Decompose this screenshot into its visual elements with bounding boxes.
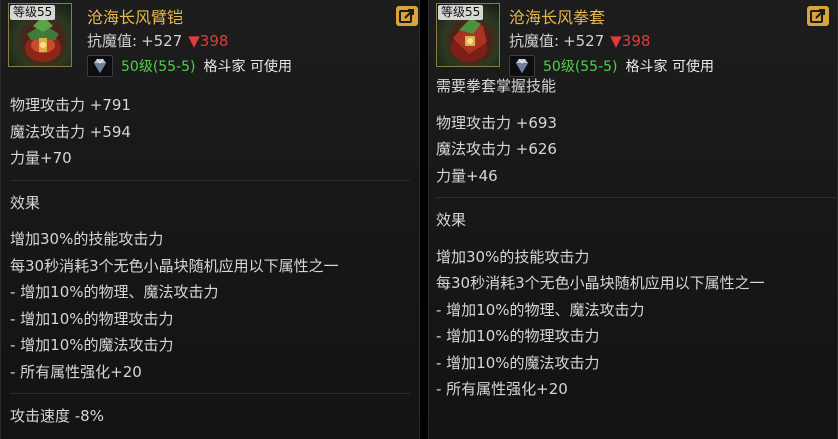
magic-resist-label: 抗魔值:: [509, 32, 560, 50]
item-tooltip-right: 等级55 沧海长风拳套 抗魔值: +527 ▼398 50级(55-5) 格斗家…: [428, 0, 838, 439]
stat-physical-attack: 物理攻击力 +791: [10, 96, 131, 114]
magic-resist-gain: +527: [563, 32, 605, 50]
effect-line: - 增加10%的物理攻击力: [10, 309, 174, 328]
stat-strength: 力量+46: [436, 166, 498, 185]
item-level-badge: 等级55: [438, 5, 484, 20]
effect-line: - 增加10%的物理、魔法攻击力: [436, 300, 645, 319]
stat-attack-speed: 攻击速度 -8%: [10, 407, 104, 425]
comparison-view: 等级55 沧海长风臂铠 抗魔值: +527 ▼398 50级(55-5) 格斗家…: [0, 0, 838, 439]
effect-line: - 增加10%的物理、魔法攻击力: [10, 283, 219, 301]
effect-line: - 增加10%的魔法攻击力: [436, 353, 600, 372]
section-divider: [10, 385, 410, 403]
gem-icon: [87, 55, 113, 77]
section-divider: [436, 189, 836, 207]
arm-guard-icon[interactable]: 等级55: [8, 3, 72, 67]
effect-line: - 增加10%的物理攻击力: [436, 327, 600, 345]
effect-line: 增加30%的技能攻击力: [436, 247, 590, 266]
effect-title: 效果: [10, 193, 41, 212]
effect-line: - 所有属性强化+20: [10, 362, 142, 381]
stat-strength: 力量+70: [10, 149, 72, 167]
effect-line: 每30秒消耗3个无色小晶块随机应用以下属性之一: [10, 256, 339, 275]
share-button[interactable]: [396, 6, 418, 26]
magic-resist-drop: ▼398: [610, 32, 651, 50]
stats-block: 物理攻击力 +791 魔法攻击力 +594 力量+70 效果 增加30%的技能攻…: [10, 92, 410, 430]
item-level-badge: 等级55: [10, 5, 56, 20]
requirement-row: 50级(55-5) 格斗家 可使用: [87, 55, 292, 77]
required-class: 格斗家 可使用: [203, 59, 292, 75]
effect-line: - 所有属性强化+20: [436, 380, 568, 398]
stats-block: 需要拳套掌握技能 物理攻击力 +693 魔法攻击力 +626 力量+46 效果 …: [436, 73, 836, 403]
stat-magic-attack: 魔法攻击力 +594: [10, 122, 131, 141]
effect-line: 增加30%的技能攻击力: [10, 230, 164, 248]
magic-resist-row: 抗魔值: +527 ▼398: [87, 30, 228, 51]
required-level: 50级(55-5): [121, 59, 196, 75]
share-icon: [810, 9, 825, 23]
skill-requirement-note: 需要拳套掌握技能: [436, 77, 557, 95]
section-divider: [10, 172, 410, 190]
magic-resist-drop: ▼398: [188, 32, 229, 50]
item-tooltip-left: 等级55 沧海长风臂铠 抗魔值: +527 ▼398 50级(55-5) 格斗家…: [0, 0, 420, 439]
gauntlet-icon[interactable]: 等级55: [436, 3, 500, 67]
magic-resist-gain: +527: [141, 32, 183, 50]
effect-title: 效果: [436, 211, 467, 229]
effect-line: 每30秒消耗3个无色小晶块随机应用以下属性之一: [436, 274, 765, 292]
magic-resist-label: 抗魔值:: [87, 32, 138, 50]
share-icon: [399, 9, 414, 23]
stat-magic-attack: 魔法攻击力 +626: [436, 140, 557, 158]
share-button[interactable]: [807, 6, 829, 26]
tooltip-header: 等级55 沧海长风拳套 抗魔值: +527 ▼398 50级(55-5) 格斗家…: [429, 0, 837, 84]
stat-physical-attack: 物理攻击力 +693: [436, 113, 557, 132]
magic-resist-row: 抗魔值: +527 ▼398: [509, 30, 650, 51]
tooltip-header: 等级55 沧海长风臂铠 抗魔值: +527 ▼398 50级(55-5) 格斗家…: [1, 0, 419, 84]
effect-line: - 增加10%的魔法攻击力: [10, 336, 174, 354]
item-name: 沧海长风臂铠: [87, 8, 184, 27]
item-name: 沧海长风拳套: [509, 8, 606, 27]
